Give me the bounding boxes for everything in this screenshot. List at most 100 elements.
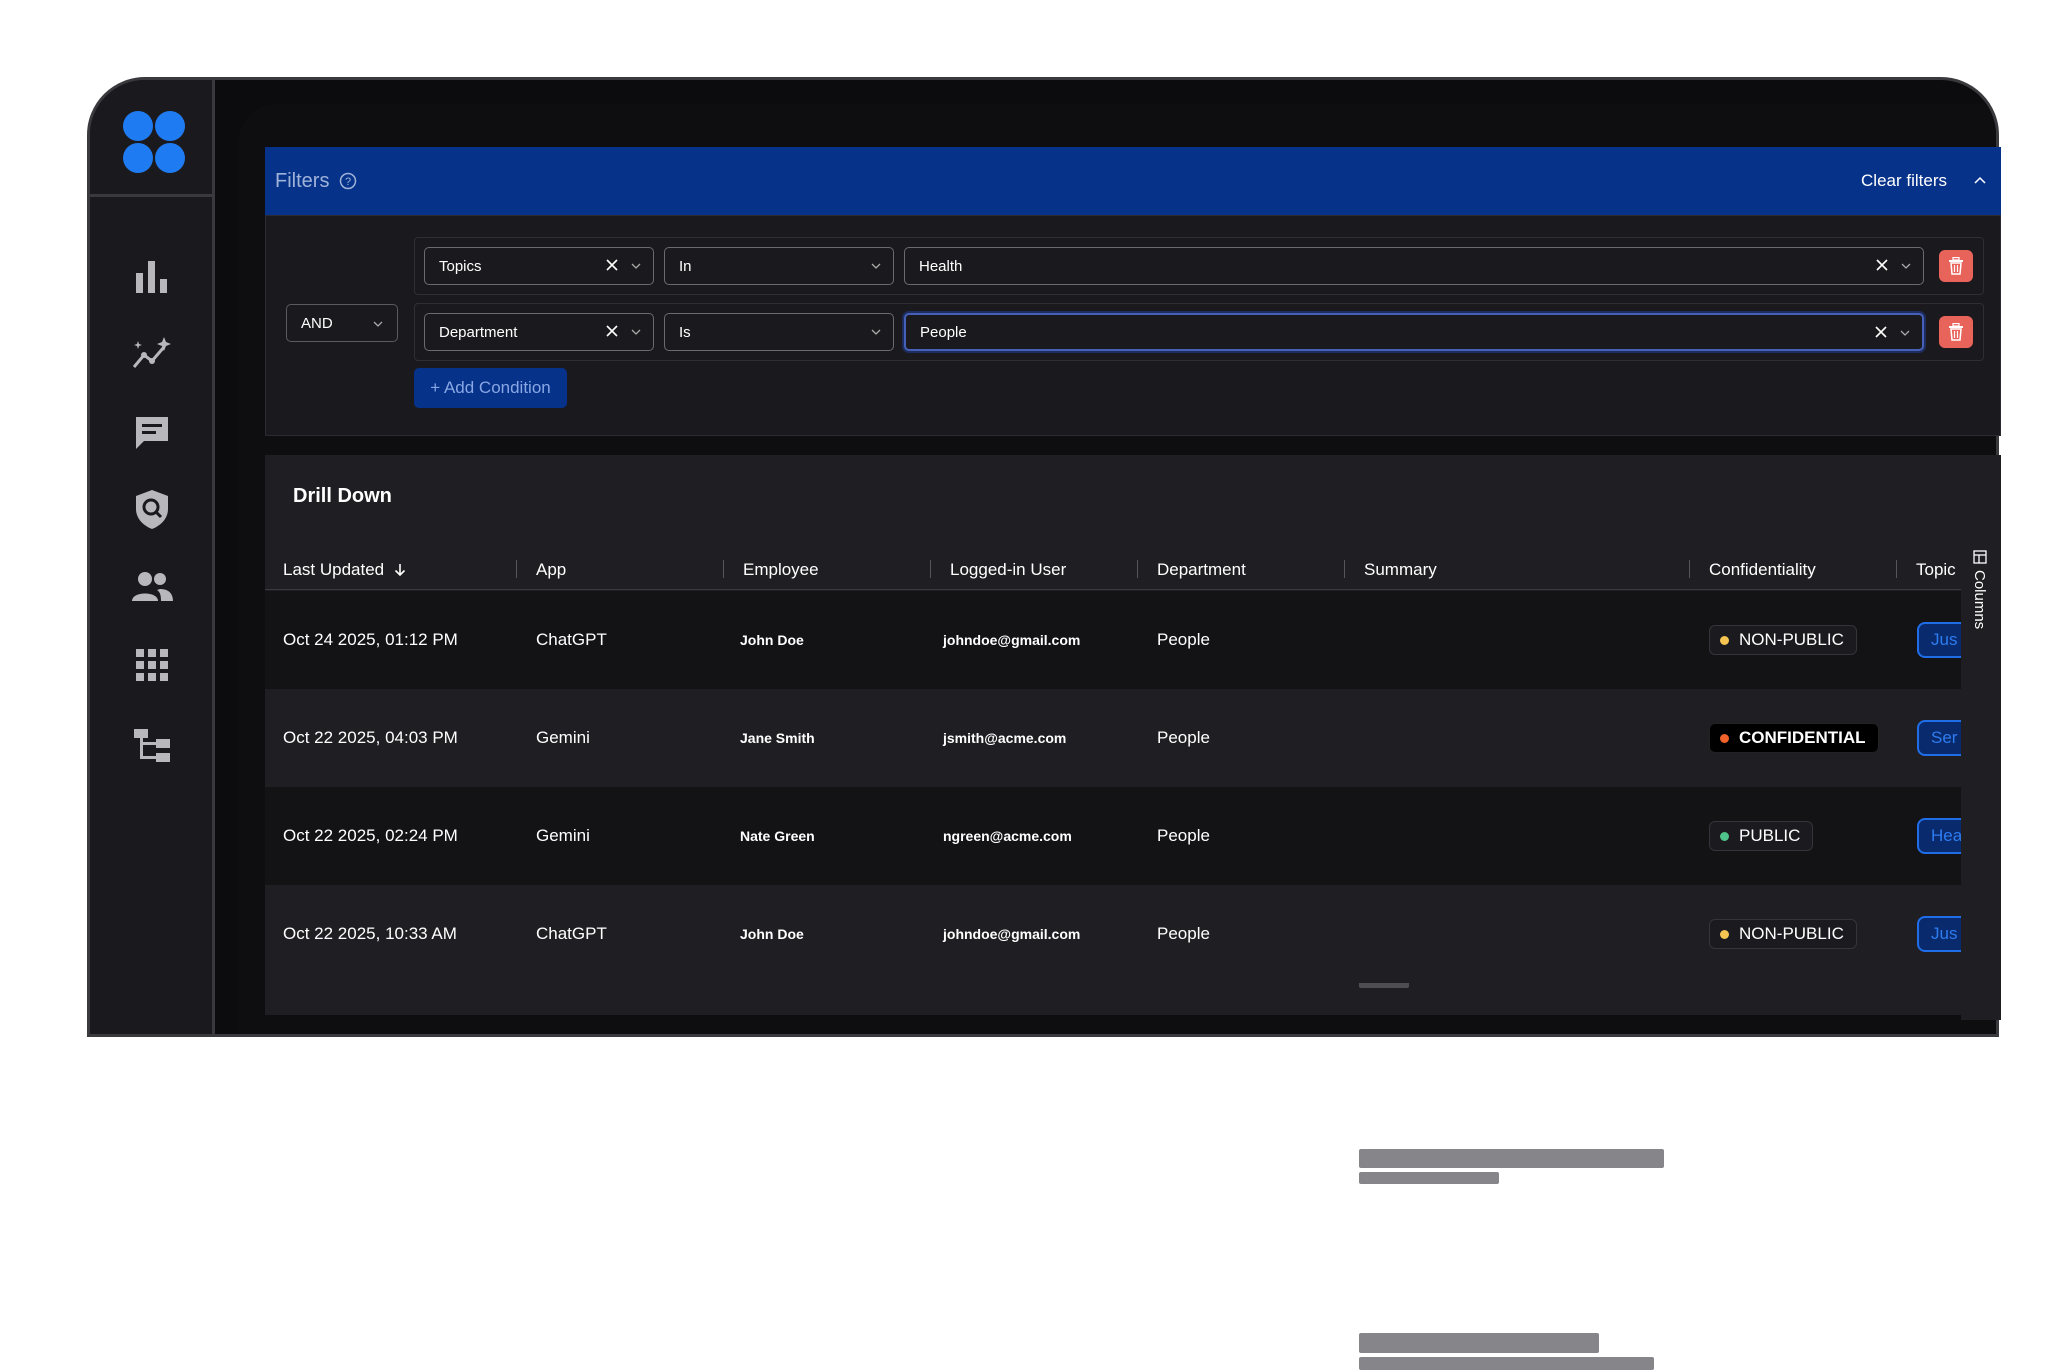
shield-search-icon[interactable]: [130, 487, 174, 531]
cell-department: People: [1157, 924, 1210, 943]
people-icon[interactable]: [130, 565, 174, 609]
cell-logged-in-user: johndoe@gmail.com: [943, 632, 1081, 648]
column-divider[interactable]: [930, 560, 931, 578]
logic-operator-select[interactable]: AND: [286, 304, 398, 342]
column-header-summary[interactable]: Summary: [1364, 550, 1437, 590]
cell-last-updated: Oct 22 2025, 10:33 AM: [283, 924, 457, 943]
chat-icon[interactable]: [130, 411, 174, 455]
clear-filters-button[interactable]: Clear filters: [1861, 171, 1947, 191]
drill-down-title: Drill Down: [293, 485, 392, 507]
field-select[interactable]: Topics: [424, 247, 654, 285]
cell-employee: Nate Green: [740, 828, 815, 844]
table-header: Last Updated App Employee Logged-in User…: [265, 550, 1961, 590]
logic-operator-value: AND: [301, 314, 333, 332]
svg-text:?: ?: [345, 176, 351, 188]
column-header-department[interactable]: Department: [1157, 550, 1246, 590]
value-select[interactable]: Health: [904, 247, 1924, 285]
help-icon[interactable]: ?: [339, 172, 357, 190]
column-header-confidentiality[interactable]: Confidentiality: [1709, 550, 1816, 590]
condition-row: Topics In Health: [414, 237, 1984, 295]
clear-icon[interactable]: [605, 258, 619, 272]
filters-title: Filters: [275, 169, 330, 192]
column-divider[interactable]: [1689, 560, 1690, 578]
trash-icon: [1949, 257, 1963, 275]
cell-employee: Jane Smith: [740, 730, 815, 746]
column-header-employee[interactable]: Employee: [743, 550, 819, 590]
column-header-last-updated[interactable]: Last Updated: [283, 550, 406, 590]
cell-employee: John Doe: [740, 926, 804, 942]
chevron-down-icon: [1900, 330, 1910, 336]
cell-logged-in-user: jsmith@acme.com: [943, 730, 1067, 746]
sort-down-icon[interactable]: [394, 563, 406, 577]
cell-app: ChatGPT: [536, 924, 607, 943]
cell-department: People: [1157, 630, 1210, 649]
logo[interactable]: [90, 80, 215, 197]
filters-panel: AND Topics In Health Department Is Peopl…: [265, 215, 2001, 436]
bar-chart-icon[interactable]: [130, 255, 174, 299]
columns-side-tab[interactable]: Columns: [1961, 550, 2001, 1020]
column-header-topic[interactable]: Topic: [1916, 550, 1956, 590]
table-row[interactable]: Oct 22 2025, 10:33 AM ChatGPT John Doe j…: [265, 885, 1977, 1370]
cell-app: ChatGPT: [536, 630, 607, 649]
clear-icon[interactable]: [1875, 258, 1889, 272]
columns-tab-content: Columns: [1971, 550, 1988, 629]
status-dot: [1720, 733, 1729, 743]
table-row[interactable]: Oct 24 2025, 01:12 PM ChatGPT John Doe j…: [265, 591, 1977, 798]
column-divider[interactable]: [723, 560, 724, 578]
column-divider[interactable]: [1344, 560, 1345, 578]
column-divider[interactable]: [516, 560, 517, 578]
delete-condition-button[interactable]: [1939, 316, 1973, 348]
logo-icon: [123, 111, 185, 173]
column-divider[interactable]: [1896, 560, 1897, 578]
chevron-down-icon: [1901, 263, 1911, 269]
cell-app: Gemini: [536, 728, 590, 747]
chevron-down-icon: [631, 263, 641, 269]
chevron-down-icon: [373, 321, 383, 327]
table-columns-icon: [1972, 550, 1987, 564]
column-divider[interactable]: [1137, 560, 1138, 578]
sidebar: [90, 80, 215, 1034]
cell-app: Gemini: [536, 826, 590, 845]
cell-last-updated: Oct 24 2025, 01:12 PM: [283, 630, 458, 649]
cell-last-updated: Oct 22 2025, 02:24 PM: [283, 826, 458, 845]
trash-icon: [1949, 323, 1963, 341]
value-select-value: People: [920, 323, 967, 341]
status-dot: [1720, 831, 1729, 841]
field-select-value: Topics: [439, 257, 482, 275]
cell-last-updated: Oct 22 2025, 04:03 PM: [283, 728, 458, 747]
add-condition-button[interactable]: + Add Condition: [414, 368, 567, 408]
cell-department: People: [1157, 826, 1210, 845]
cell-logged-in-user: johndoe@gmail.com: [943, 926, 1081, 942]
confidentiality-label: NON-PUBLIC: [1739, 924, 1844, 943]
chevron-up-icon[interactable]: [1973, 173, 1987, 187]
field-select[interactable]: Department: [424, 313, 654, 351]
chevron-down-icon: [871, 263, 881, 269]
delete-condition-button[interactable]: [1939, 250, 1973, 282]
value-select-value: Health: [919, 257, 963, 275]
confidentiality-badge: CONFIDENTIAL: [1709, 723, 1879, 753]
confidentiality-label: PUBLIC: [1739, 826, 1801, 845]
operator-select-value: Is: [679, 323, 691, 341]
cell-logged-in-user: ngreen@acme.com: [943, 828, 1072, 844]
column-header-app[interactable]: App: [536, 550, 566, 590]
value-select[interactable]: People: [904, 313, 1924, 351]
status-dot: [1720, 929, 1729, 939]
filters-header: Filters ? Clear filters: [265, 147, 2001, 215]
column-header-label: Last Updated: [283, 560, 385, 579]
chevron-down-icon: [631, 329, 641, 335]
clear-icon[interactable]: [1874, 325, 1888, 339]
column-header-logged-in-user[interactable]: Logged-in User: [950, 550, 1066, 590]
confidentiality-label: NON-PUBLIC: [1739, 630, 1844, 649]
table-row[interactable]: Oct 22 2025, 02:24 PM Gemini Nate Green …: [265, 787, 1977, 1184]
cell-employee: John Doe: [740, 632, 804, 648]
cell-department: People: [1157, 728, 1210, 747]
operator-select[interactable]: In: [664, 247, 894, 285]
hierarchy-icon[interactable]: [130, 723, 174, 767]
operator-select[interactable]: Is: [664, 313, 894, 351]
condition-row: Department Is People: [414, 303, 1984, 361]
columns-tab-label: Columns: [1971, 570, 1988, 630]
sparkle-trend-icon[interactable]: [130, 333, 174, 377]
apps-grid-icon[interactable]: [130, 643, 174, 687]
clear-icon[interactable]: [605, 324, 619, 338]
table-row[interactable]: Oct 22 2025, 04:03 PM Gemini Jane Smith …: [265, 689, 1977, 988]
